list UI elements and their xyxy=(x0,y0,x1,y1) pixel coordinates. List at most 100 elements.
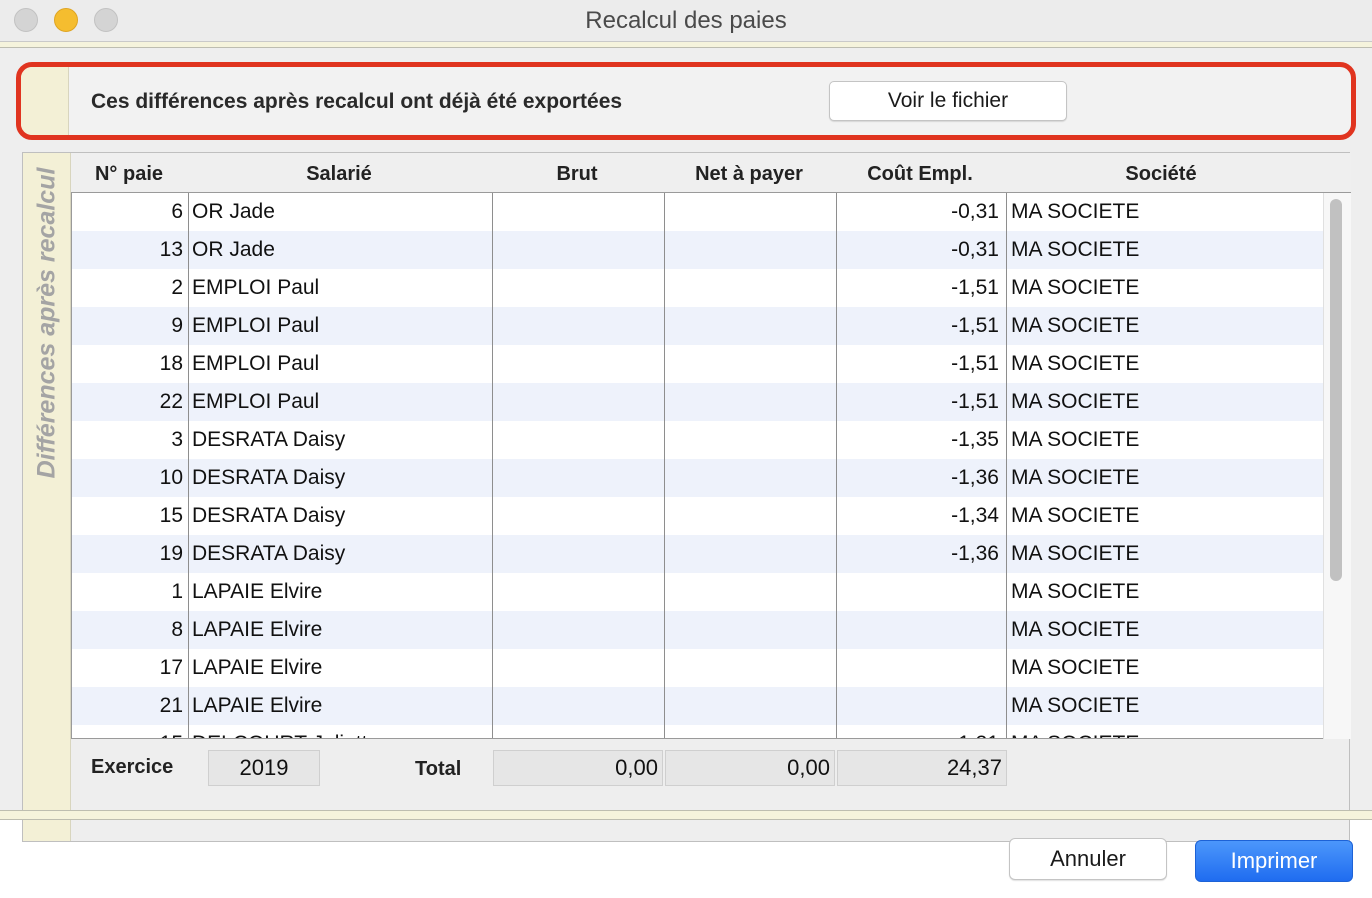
cell-cout: -1,51 xyxy=(951,276,999,299)
cell-salarie: LAPAIE Elvire xyxy=(192,580,323,603)
cell-cout: -1,31 xyxy=(836,725,1002,738)
cell-salarie: LAPAIE Elvire xyxy=(192,694,323,717)
title-bar: Recalcul des paies xyxy=(0,0,1372,42)
notice-strip xyxy=(21,67,69,135)
column-header-net[interactable]: Net à payer xyxy=(663,153,835,193)
cell-societe: MA SOCIETE xyxy=(1011,200,1140,223)
table-row[interactable]: 9 EMPLOI Paul -1,51 MA SOCIETE xyxy=(72,307,1323,345)
column-divider xyxy=(1006,193,1007,738)
cell-num: 13 xyxy=(159,238,183,261)
cell-salarie: DESRATA Daisy xyxy=(192,504,346,527)
table-row[interactable]: 19 DESRATA Daisy -1,36 MA SOCIETE xyxy=(72,535,1323,573)
column-header-cout[interactable]: Coût Empl. xyxy=(835,153,1005,193)
table-scrollbar[interactable] xyxy=(1323,193,1351,739)
table-row[interactable]: 17 LAPAIE Elvire MA SOCIETE xyxy=(72,649,1323,687)
column-divider xyxy=(492,193,493,738)
cell-salarie: EMPLOI Paul xyxy=(192,314,320,337)
window-title: Recalcul des paies xyxy=(585,7,787,34)
cell-societe: MA SOCIETE xyxy=(1011,656,1140,679)
table-row[interactable]: 2 EMPLOI Paul -1,51 MA SOCIETE xyxy=(72,269,1323,307)
cell-num: 22 xyxy=(159,390,183,413)
table-row[interactable]: 3 DESRATA Daisy -1,35 MA SOCIETE xyxy=(72,421,1323,459)
column-divider xyxy=(836,193,837,738)
cell-salarie: EMPLOI Paul xyxy=(192,390,320,413)
cell-num: 9 xyxy=(171,314,183,337)
table-header: N° paie Salarié Brut Net à payer Coût Em… xyxy=(71,153,1351,193)
export-notice: Ces différences après recalcul ont déjà … xyxy=(16,62,1356,140)
cell-num: 15 xyxy=(72,725,186,738)
notice-text: Ces différences après recalcul ont déjà … xyxy=(91,90,623,113)
table-row[interactable]: 22 EMPLOI Paul -1,51 MA SOCIETE xyxy=(72,383,1323,421)
cell-num: 21 xyxy=(159,694,183,717)
cell-societe: MA SOCIETE xyxy=(1011,504,1140,527)
cell-salarie: DESRATA Daisy xyxy=(192,428,346,451)
column-header-num[interactable]: N° paie xyxy=(71,153,187,193)
cell-cout xyxy=(836,687,1002,725)
cell-cout: -1,51 xyxy=(951,314,999,337)
cell-salarie: EMPLOI Paul xyxy=(192,276,320,299)
cancel-button[interactable]: Annuler xyxy=(1009,838,1167,880)
cell-societe: MA SOCIETE xyxy=(1008,725,1318,738)
cell-societe: MA SOCIETE xyxy=(1011,694,1140,717)
column-divider xyxy=(188,193,189,738)
cell-cout: -1,36 xyxy=(951,542,999,565)
cell-societe: MA SOCIETE xyxy=(1011,542,1140,565)
table-row[interactable]: 8 LAPAIE Elvire MA SOCIETE xyxy=(72,611,1323,649)
side-strip: Différences après recalcul xyxy=(23,153,71,841)
column-header-salarie[interactable]: Salarié xyxy=(187,153,491,193)
total-label: Total xyxy=(415,758,462,780)
total-net-field: 0,00 xyxy=(665,750,835,786)
table-row[interactable]: 13 OR Jade -0,31 MA SOCIETE xyxy=(72,231,1323,269)
cell-societe: MA SOCIETE xyxy=(1011,390,1140,413)
cell-salarie: OR Jade xyxy=(192,200,275,223)
total-brut-field: 0,00 xyxy=(493,750,663,786)
table-row[interactable]: 15 DESRATA Daisy -1,34 MA SOCIETE xyxy=(72,497,1323,535)
table-row[interactable]: 1 LAPAIE Elvire MA SOCIETE xyxy=(72,573,1323,611)
cell-salarie: DESRATA Daisy xyxy=(192,542,346,565)
cell-societe: MA SOCIETE xyxy=(1011,466,1140,489)
cell-num: 18 xyxy=(159,352,183,375)
cell-num: 6 xyxy=(171,200,183,223)
cell-cout xyxy=(836,573,1002,611)
cell-num: 19 xyxy=(159,542,183,565)
cell-societe: MA SOCIETE xyxy=(1011,618,1140,641)
column-header-brut[interactable]: Brut xyxy=(491,153,663,193)
cell-cout: -0,31 xyxy=(951,238,999,261)
cell-salarie: DESRATA Daisy xyxy=(192,466,346,489)
cell-salarie: EMPLOI Paul xyxy=(192,352,320,375)
cell-num: 2 xyxy=(171,276,183,299)
table-row[interactable]: 18 EMPLOI Paul -1,51 MA SOCIETE xyxy=(72,345,1323,383)
table-row[interactable]: 6 OR Jade -0,31 MA SOCIETE xyxy=(72,193,1323,231)
cell-cout: -1,51 xyxy=(951,390,999,413)
cell-societe: MA SOCIETE xyxy=(1011,238,1140,261)
column-header-societe[interactable]: Société xyxy=(1005,153,1317,193)
cell-num: 3 xyxy=(171,428,183,451)
cell-cout xyxy=(836,611,1002,649)
cell-num: 8 xyxy=(171,618,183,641)
total-cout-field: 24,37 xyxy=(837,750,1007,786)
cell-societe: MA SOCIETE xyxy=(1011,428,1140,451)
cell-societe: MA SOCIETE xyxy=(1011,314,1140,337)
cell-societe: MA SOCIETE xyxy=(1011,352,1140,375)
table-row[interactable]: 15 DELCOURT Juliette -1,31 MA SOCIETE xyxy=(72,725,1323,738)
cell-salarie: LAPAIE Elvire xyxy=(192,656,323,679)
cell-cout xyxy=(836,649,1002,687)
table-body[interactable]: 6 OR Jade -0,31 MA SOCIETE 13 OR Jade -0,31 MA … xyxy=(71,193,1323,739)
cell-cout: -1,35 xyxy=(951,428,999,451)
cell-salarie: OR Jade xyxy=(192,238,275,261)
scrollbar-thumb[interactable] xyxy=(1330,199,1342,581)
print-button[interactable]: Imprimer xyxy=(1195,840,1353,882)
view-file-button[interactable]: Voir le fichier xyxy=(829,81,1067,121)
exercice-field[interactable]: 2019 xyxy=(208,750,320,786)
column-divider xyxy=(664,193,665,738)
exercice-label: Exercice xyxy=(91,756,174,778)
cell-num: 17 xyxy=(159,656,183,679)
table-row[interactable]: 21 LAPAIE Elvire MA SOCIETE xyxy=(72,687,1323,725)
table-row[interactable]: 10 DESRATA Daisy -1,36 MA SOCIETE xyxy=(72,459,1323,497)
cell-cout: -1,51 xyxy=(951,352,999,375)
cell-cout: -0,31 xyxy=(951,200,999,223)
side-label: Différences après recalcul xyxy=(32,167,61,479)
cell-salarie: DELCOURT Juliette xyxy=(190,725,490,738)
main-panel: Ces différences après recalcul ont déjà … xyxy=(0,48,1372,842)
cell-num: 15 xyxy=(159,504,183,527)
